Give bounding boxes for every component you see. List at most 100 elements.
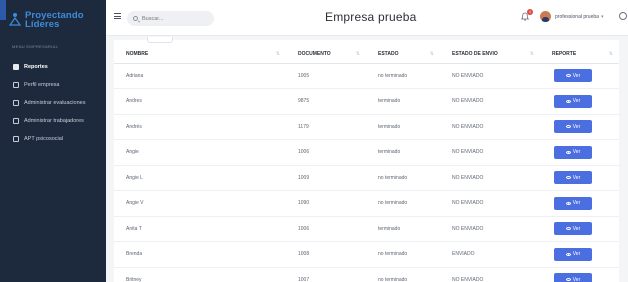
- eye-icon: [565, 74, 571, 78]
- cell-estado-envio: ENVIADO: [440, 241, 540, 268]
- sidebar-section-label: MENU EMPRESARIAL: [12, 44, 59, 49]
- cell-documento: 1009: [286, 165, 366, 191]
- sidebar-item-label: Reportes: [24, 64, 48, 70]
- sidebar-item-apt-psicosocial[interactable]: APT psicosocial: [0, 130, 106, 148]
- cell-documento: 1090: [286, 190, 366, 217]
- cell-nombre: Angie L: [114, 165, 286, 191]
- column-header-label: DOCUMENTO: [298, 51, 331, 58]
- avatar[interactable]: [540, 11, 551, 22]
- view-report-button[interactable]: Ver: [554, 196, 592, 210]
- brand-logo[interactable]: Proyectando Líderes: [9, 11, 84, 29]
- view-report-label: Ver: [572, 200, 581, 207]
- sidebar-item-administrar-evaluaciones[interactable]: Administrar evaluaciones: [0, 94, 106, 112]
- cell-estado-envio: NO ENVIADO: [440, 139, 540, 166]
- view-report-button[interactable]: Ver: [554, 222, 592, 236]
- main-content: NOMBRE ⇅ DOCUMENTO ⇅ ESTADO ⇅ ESTADO DE ENV…: [106, 36, 628, 282]
- cell-nombre: Andres: [114, 88, 286, 115]
- view-report-button[interactable]: Ver: [554, 247, 592, 261]
- reports-icon: [13, 64, 19, 70]
- eye-icon: [565, 150, 571, 154]
- sidebar-item-administrar-trabajadores[interactable]: Administrar trabajadores: [0, 112, 106, 130]
- cell-estado-envio: NO ENVIADO: [440, 165, 540, 191]
- cell-documento: 1007: [286, 267, 366, 282]
- view-report-button[interactable]: Ver: [554, 94, 592, 108]
- brand-logo-icon: [9, 13, 21, 26]
- view-report-label: Ver: [572, 251, 581, 258]
- view-report-label: Ver: [572, 276, 581, 282]
- cell-nombre: Angie V: [114, 190, 286, 217]
- search-box[interactable]: [127, 11, 214, 26]
- column-header-label: ESTADO: [378, 51, 399, 58]
- view-report-button[interactable]: Ver: [554, 120, 592, 134]
- view-report-button[interactable]: Ver: [554, 145, 592, 159]
- cell-reporte: Ver: [540, 114, 619, 140]
- table-row: Angie 1006 terminado NO ENVIADO Ver: [114, 139, 619, 166]
- report-table-card: NOMBRE ⇅ DOCUMENTO ⇅ ESTADO ⇅ ESTADO DE ENV…: [114, 37, 619, 282]
- column-header-estado-envio[interactable]: ESTADO DE ENVIO ⇅: [440, 46, 540, 64]
- cell-nombre: Angie: [114, 139, 286, 166]
- cell-estado: no terminado: [366, 63, 440, 89]
- table-row: Brenda 1008 no terminado ENVIADO Ver: [114, 241, 619, 268]
- cell-nombre: Andrés: [114, 114, 286, 140]
- table-header-row: NOMBRE ⇅ DOCUMENTO ⇅ ESTADO ⇅ ESTADO DE ENV…: [114, 46, 619, 64]
- sort-icon[interactable]: ⇅: [530, 51, 534, 57]
- view-report-button[interactable]: Ver: [554, 69, 592, 83]
- chevron-down-icon[interactable]: ▾: [601, 14, 604, 20]
- company-profile-icon: [13, 82, 19, 88]
- card-tab-stub: [147, 37, 173, 43]
- cell-nombre: Britney: [114, 267, 286, 282]
- sidebar-item-perfil-empresa[interactable]: Perfil empresa: [0, 76, 106, 94]
- search-input[interactable]: [142, 15, 212, 22]
- column-header-documento[interactable]: DOCUMENTO ⇅: [286, 46, 366, 64]
- user-name[interactable]: professional prueba: [555, 14, 599, 20]
- table-row: Angie L 1009 no terminado NO ENVIADO Ver: [114, 165, 619, 191]
- menu-toggle-icon[interactable]: [114, 13, 121, 19]
- sidebar-item-label: APT psicosocial: [24, 136, 64, 142]
- brand-line-2: Líderes: [25, 19, 60, 30]
- table-row: Angie V 1090 no terminado NO ENVIADO Ver: [114, 190, 619, 217]
- sort-icon[interactable]: ⇅: [356, 51, 360, 57]
- cell-estado-envio: NO ENVIADO: [440, 190, 540, 217]
- sidebar-item-label: Administrar trabajadores: [24, 118, 84, 124]
- sort-icon[interactable]: ⇅: [276, 51, 280, 57]
- column-header-reporte[interactable]: REPORTE ⇅: [540, 46, 619, 64]
- view-report-label: Ver: [572, 72, 581, 79]
- cell-reporte: Ver: [540, 139, 619, 166]
- table-row: Anita T 1006 terminado NO ENVIADO Ver: [114, 216, 619, 242]
- column-header-estado[interactable]: ESTADO ⇅: [366, 46, 440, 64]
- topbar: Empresa prueba 1 professional prueba ▾: [106, 0, 628, 36]
- cell-documento: 1006: [286, 216, 366, 242]
- view-report-label: Ver: [572, 123, 581, 130]
- eye-icon: [565, 227, 571, 231]
- cell-estado-envio: NO ENVIADO: [440, 63, 540, 89]
- view-report-button[interactable]: Ver: [554, 171, 592, 185]
- sidebar-item-label: Perfil empresa: [24, 82, 60, 88]
- eye-icon: [565, 176, 571, 180]
- corner-accent: [0, 0, 6, 20]
- psychosocial-icon: [13, 136, 19, 142]
- gear-icon[interactable]: [619, 12, 627, 20]
- sidebar-nav: Reportes Perfil empresa Administrar eval…: [0, 58, 106, 148]
- page-title: Empresa prueba: [325, 10, 417, 24]
- sort-icon[interactable]: ⇅: [430, 51, 434, 57]
- view-report-button[interactable]: Ver: [554, 273, 592, 282]
- cell-estado: terminado: [366, 114, 440, 140]
- table-row: Adriana 1005 no terminado NO ENVIADO Ver: [114, 63, 619, 89]
- eye-icon: [565, 99, 571, 103]
- sidebar-item-reportes[interactable]: Reportes: [0, 58, 106, 76]
- workers-icon: [13, 118, 19, 124]
- cell-reporte: Ver: [540, 88, 619, 115]
- cell-nombre: Anita T: [114, 216, 286, 242]
- cell-documento: 1008: [286, 241, 366, 268]
- sort-icon[interactable]: ⇅: [609, 51, 613, 57]
- cell-estado-envio: NO ENVIADO: [440, 114, 540, 140]
- cell-documento: 9875: [286, 88, 366, 115]
- cell-estado: no terminado: [366, 267, 440, 282]
- cell-reporte: Ver: [540, 216, 619, 242]
- cell-estado-envio: NO ENVIADO: [440, 216, 540, 242]
- cell-nombre: Adriana: [114, 63, 286, 89]
- cell-estado: no terminado: [366, 190, 440, 217]
- cell-reporte: Ver: [540, 241, 619, 268]
- cell-reporte: Ver: [540, 267, 619, 282]
- column-header-nombre[interactable]: NOMBRE ⇅: [114, 46, 286, 64]
